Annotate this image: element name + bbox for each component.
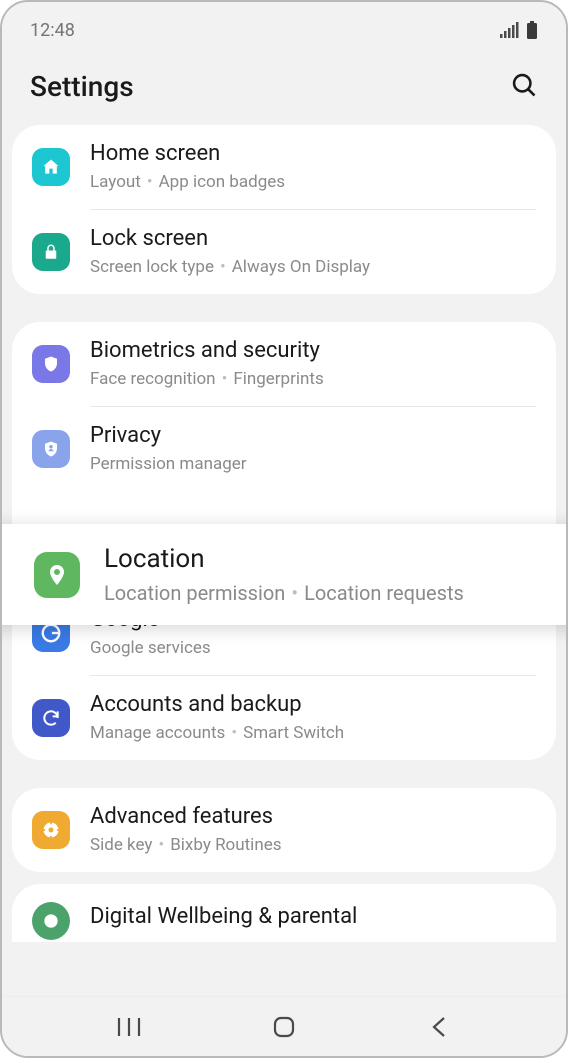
item-title: Accounts and backup [90, 690, 536, 720]
item-subtitle: Layout•App icon badges [90, 171, 536, 195]
battery-icon [526, 21, 538, 39]
item-title: Digital Wellbeing & parental [90, 902, 536, 932]
back-button[interactable] [399, 1007, 479, 1047]
item-title: Advanced features [90, 802, 536, 832]
navigation-bar [2, 996, 566, 1056]
search-icon [510, 71, 538, 99]
item-subtitle: Face recognition•Fingerprints [90, 368, 536, 392]
item-subtitle: Google services [90, 637, 536, 661]
page-title: Settings [30, 70, 134, 103]
recents-button[interactable] [89, 1007, 169, 1047]
gear-icon [32, 811, 70, 849]
settings-item-biometrics[interactable]: Biometrics and security Face recognition… [12, 322, 556, 406]
item-subtitle: Side key•Bixby Routines [90, 834, 536, 858]
item-subtitle: Location permission•Location requests [104, 579, 546, 607]
status-bar: 12:48 [2, 2, 566, 52]
sync-icon [32, 699, 70, 737]
back-icon [430, 1015, 448, 1039]
settings-group: Advanced features Side key•Bixby Routine… [12, 788, 556, 872]
item-subtitle: Screen lock type•Always On Display [90, 256, 536, 280]
item-title: Biometrics and security [90, 336, 536, 366]
settings-item-privacy[interactable]: Privacy Permission manager [12, 407, 556, 491]
signal-icon [500, 22, 520, 38]
home-button[interactable] [244, 1007, 324, 1047]
item-title: Lock screen [90, 224, 536, 254]
shield-icon [32, 345, 70, 383]
status-time: 12:48 [30, 20, 75, 41]
lock-icon [32, 233, 70, 271]
privacy-icon [32, 430, 70, 468]
settings-header: Settings [2, 52, 566, 125]
status-icons [500, 21, 538, 39]
search-button[interactable] [510, 71, 538, 103]
pin-icon [34, 552, 80, 598]
item-title: Home screen [90, 139, 536, 169]
recents-icon [116, 1016, 142, 1038]
item-title: Location [104, 542, 546, 577]
settings-item-advanced[interactable]: Advanced features Side key•Bixby Routine… [12, 788, 556, 872]
item-title: Privacy [90, 421, 536, 451]
home-icon [32, 148, 70, 186]
settings-item-wellbeing[interactable]: Digital Wellbeing & parental [12, 884, 556, 942]
settings-item-lock-screen[interactable]: Lock screen Screen lock type•Always On D… [12, 210, 556, 294]
settings-group: Home screen Layout•App icon badges Lock … [12, 125, 556, 294]
settings-group: Digital Wellbeing & parental [12, 884, 556, 942]
home-nav-icon [272, 1015, 296, 1039]
settings-item-home-screen[interactable]: Home screen Layout•App icon badges [12, 125, 556, 209]
settings-item-accounts[interactable]: Accounts and backup Manage accounts•Smar… [12, 676, 556, 760]
item-subtitle: Permission manager [90, 453, 536, 477]
settings-item-location[interactable]: Location Location permission•Location re… [0, 524, 568, 625]
item-subtitle: Manage accounts•Smart Switch [90, 722, 536, 746]
wellbeing-icon [32, 902, 70, 940]
